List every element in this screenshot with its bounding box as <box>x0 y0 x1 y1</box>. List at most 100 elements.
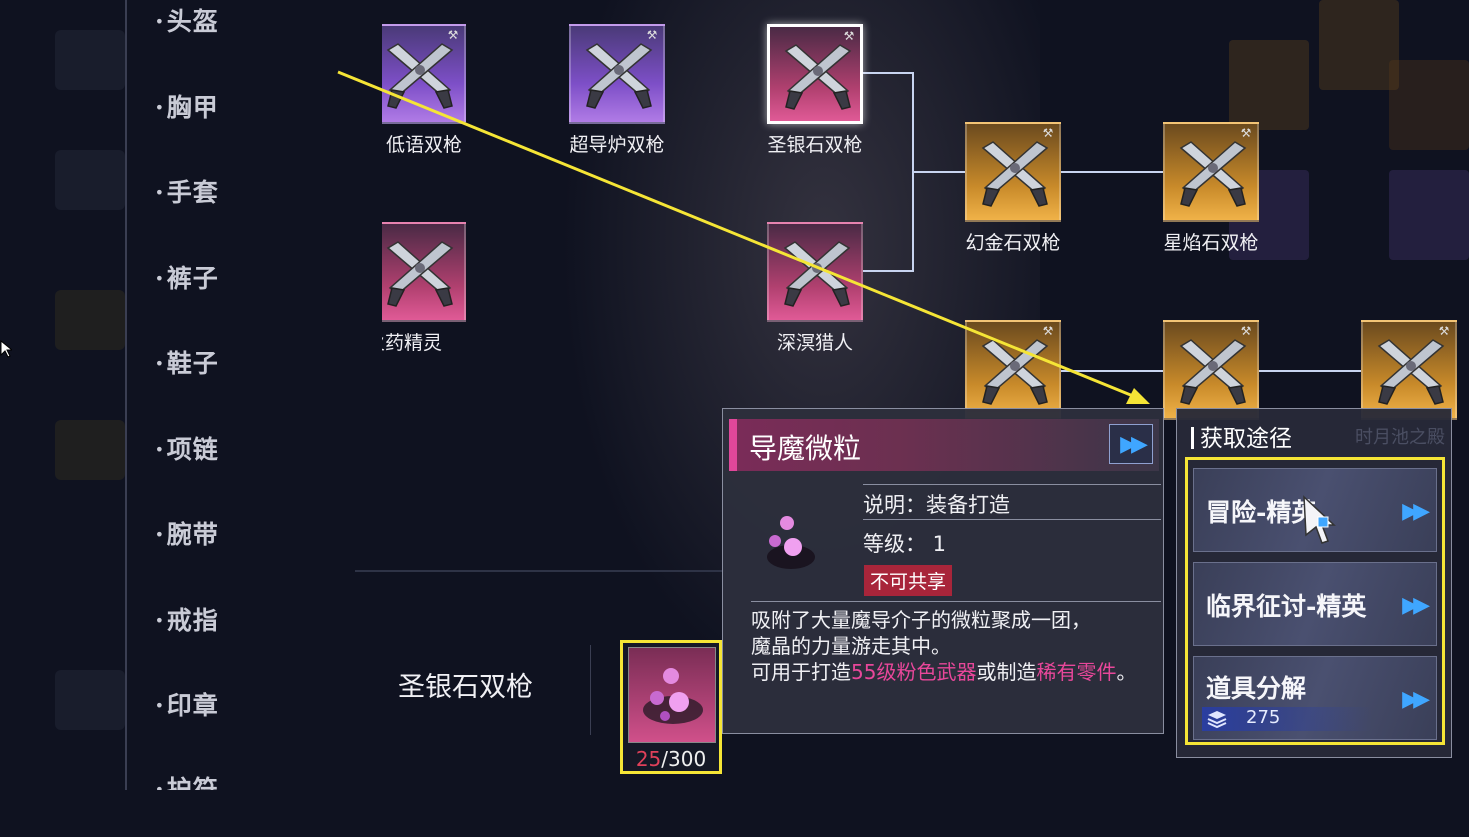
game-cursor-icon <box>1303 495 1336 544</box>
weapon-node-star-flame[interactable]: ⚒ 星焰石双枪 <box>1163 122 1259 254</box>
item-tooltip: 导魔微粒 ▶▶ 说明：装备打造 等级： 1 不可共享 吸附了大量魔导介子的微粒聚… <box>722 408 1164 734</box>
tree-line <box>1258 370 1363 372</box>
category-necklace[interactable]: 项链 <box>155 430 219 466</box>
weapon-icon <box>382 222 466 322</box>
ghost-text: 时月池之殿 <box>1355 427 1445 448</box>
sidebar-divider <box>125 0 127 790</box>
section-divider <box>590 645 591 735</box>
info-divider <box>751 601 1161 602</box>
dual-pistols-icon <box>784 241 850 307</box>
tooltip-forward-button[interactable]: ▶▶ <box>1109 424 1153 464</box>
material-current: 25 <box>635 747 662 771</box>
desc-usage: 可用于打造55级粉色武器或制造稀有零件。 <box>751 659 1151 685</box>
weapon-node-gunpowder-spirit[interactable]: 火药精灵 <box>382 222 466 354</box>
weapon-label: 圣银石双枪 <box>767 134 863 156</box>
dual-pistols-icon <box>982 141 1048 207</box>
tooltip-description: 吸附了大量魔导介子的微粒聚成一团， 魔晶的力量游走其中。 可用于打造55级粉色武… <box>751 607 1151 685</box>
dual-pistols-icon <box>1180 141 1246 207</box>
desc-line: 吸附了大量魔导介子的微粒聚成一团， <box>751 608 1091 632</box>
material-required: /300 <box>661 747 707 771</box>
source-panel: 获取途径 时月池之殿 冒险-精英 ▶▶ 临界征讨-精英 ▶▶ 道具分解 275 … <box>1176 408 1452 758</box>
hammer-icon: ⚒ <box>1042 324 1054 338</box>
weapon-label: 火药精灵 <box>366 332 443 354</box>
weapon-node-abyss-hunter[interactable]: 深溟猎人 <box>767 222 863 354</box>
source-option-label: 临界征讨-精英 <box>1206 592 1367 621</box>
category-chest[interactable]: 胸甲 <box>155 88 219 124</box>
desc-text: 可用于打造 <box>751 660 851 684</box>
category-amulet[interactable]: 护符 <box>155 770 219 790</box>
hammer-icon: ⚒ <box>1240 126 1252 140</box>
desc-text: 或制造 <box>976 660 1037 684</box>
desc-highlight: 稀有零件 <box>1036 660 1117 684</box>
mouse-pointer-icon <box>0 340 12 358</box>
category-shoes[interactable]: 鞋子 <box>155 344 219 380</box>
hammer-icon: ⚒ <box>646 28 658 42</box>
magic-particle-icon <box>628 647 716 743</box>
weapon-icon: ⚒ <box>569 24 665 124</box>
fast-forward-icon: ▶▶ <box>1402 593 1430 618</box>
category-seal[interactable]: 印章 <box>155 686 219 722</box>
dual-pistols-icon <box>387 43 453 109</box>
category-helmet[interactable]: 头盔 <box>155 2 219 38</box>
weapon-icon: ⚒ <box>767 24 863 124</box>
source-panel-title: 获取途径 <box>1191 419 1292 453</box>
tooltip-header: 导魔微粒 ▶▶ <box>729 419 1159 471</box>
selected-weapon-name: 圣银石双枪 <box>398 672 533 703</box>
source-option-label: 道具分解 <box>1206 674 1307 703</box>
info-divider <box>863 484 1161 485</box>
weapon-icon: ⚒ <box>1163 122 1259 222</box>
dual-pistols-icon <box>586 43 652 109</box>
weapon-label: 低语双枪 Ⅱ <box>386 134 478 156</box>
tooltip-title: 导魔微粒 <box>749 432 862 465</box>
desc-line: 魔晶的力量游走其中。 <box>751 634 951 658</box>
weapon-icon: ⚒ <box>1163 320 1259 420</box>
dual-pistols-icon <box>982 339 1048 405</box>
tree-line <box>862 270 914 272</box>
weapon-node-superconductor[interactable]: ⚒ 超导炉双枪 <box>569 24 665 156</box>
weapon-node-phantom-gold[interactable]: ⚒ 幻金石双枪 <box>965 122 1061 254</box>
info-divider <box>863 519 1161 520</box>
weapon-icon <box>767 222 863 322</box>
dual-pistols-icon <box>785 44 851 110</box>
weapon-label: 深溟猎人 <box>776 332 853 354</box>
layers-icon <box>1207 711 1227 729</box>
fast-forward-icon: ▶▶ <box>1120 431 1148 457</box>
material-slot[interactable]: 25/300 <box>620 640 722 774</box>
category-bracer[interactable]: 腕带 <box>155 515 219 551</box>
tree-line <box>862 72 914 74</box>
category-ring[interactable]: 戒指 <box>155 601 219 637</box>
weapon-node-gold-a[interactable]: ⚒ <box>965 320 1061 420</box>
currency-display: 275 <box>1202 707 1372 731</box>
weapon-label: 幻金石双枪 <box>965 232 1061 254</box>
weapon-node-whisper[interactable]: ⚒ 低语双枪 Ⅱ <box>382 24 466 156</box>
unshared-badge: 不可共享 <box>864 565 953 596</box>
dual-pistols-icon <box>387 241 453 307</box>
weapon-node-gold-b[interactable]: ⚒ <box>1163 320 1259 420</box>
dual-pistols-icon <box>1378 339 1444 405</box>
magic-particle-icon <box>753 501 823 581</box>
category-pants[interactable]: 裤子 <box>155 259 219 295</box>
desc-text: 。 <box>1116 660 1137 684</box>
weapon-node-holy-silver[interactable]: ⚒ 圣银石双枪 <box>767 24 863 156</box>
weapon-node-gold-c[interactable]: ⚒ <box>1361 320 1457 420</box>
hammer-icon: ⚒ <box>447 28 459 42</box>
hammer-icon: ⚒ <box>1240 324 1252 338</box>
weapon-icon: ⚒ <box>1361 320 1457 420</box>
currency-value: 275 <box>1246 707 1281 728</box>
weapon-icon: ⚒ <box>382 24 466 124</box>
tooltip-type: 说明：装备打造 <box>863 493 1010 517</box>
weapon-icon: ⚒ <box>965 320 1061 420</box>
weapon-icon: ⚒ <box>965 122 1061 222</box>
dual-pistols-icon <box>1180 339 1246 405</box>
category-gloves[interactable]: 手套 <box>155 173 219 209</box>
tooltip-level: 等级： 1 <box>863 532 947 556</box>
tree-line <box>1060 171 1165 173</box>
section-divider <box>355 570 725 572</box>
hammer-icon: ⚒ <box>1438 324 1450 338</box>
hammer-icon: ⚒ <box>1042 126 1054 140</box>
source-option-critical-elite[interactable]: 临界征讨-精英 ▶▶ <box>1193 562 1437 646</box>
weapon-label: 星焰石双枪 <box>1163 232 1259 254</box>
fast-forward-icon: ▶▶ <box>1402 687 1430 712</box>
fast-forward-icon: ▶▶ <box>1402 499 1430 524</box>
source-option-dismantle[interactable]: 道具分解 275 ▶▶ <box>1193 656 1437 740</box>
